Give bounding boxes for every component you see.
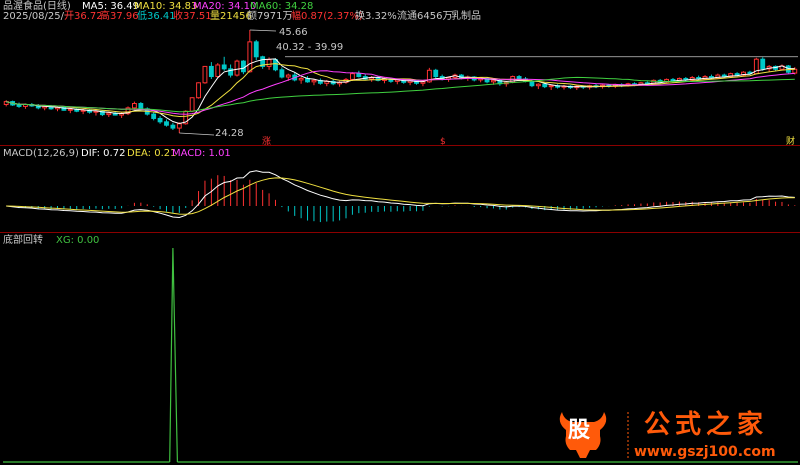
candle-body: [67, 108, 73, 111]
candle-body: [202, 65, 208, 84]
candle-body: [273, 59, 278, 71]
candle-body: [80, 109, 86, 112]
candle-body: [157, 117, 163, 123]
candle-body: [196, 82, 201, 99]
candle-body: [760, 58, 766, 70]
candle-body: [542, 83, 548, 88]
candle-body: [234, 60, 240, 76]
candle-body: [164, 121, 169, 126]
candle-body: [491, 79, 496, 83]
candle-body: [349, 73, 355, 80]
candle-body: [529, 80, 535, 87]
dif-line: [6, 170, 795, 219]
candle-body: [241, 60, 246, 73]
candle-body: [247, 41, 253, 73]
candle-body: [548, 85, 554, 88]
candle-body: [176, 123, 182, 129]
candle-body: [516, 76, 522, 80]
candle-body: [170, 124, 176, 129]
annot-high-arrow: [249, 29, 277, 32]
candle-body: [311, 79, 317, 83]
stock-chart-app: { "colors": {"up":"#ff3232","down":"#00c…: [0, 0, 800, 465]
candle-body: [151, 113, 157, 119]
candle-body: [298, 77, 304, 81]
candle-body: [356, 73, 362, 78]
candle-body: [221, 64, 227, 70]
ma10-line: [6, 63, 795, 118]
candle-body: [792, 68, 798, 74]
candle-body: [189, 97, 195, 112]
candle-body: [734, 73, 740, 76]
chart-canvas: [3, 29, 798, 463]
logo: 股 公式之家 www.gszj100.com: [556, 404, 800, 465]
dea-line: [6, 177, 795, 215]
candle-body: [138, 103, 144, 110]
annot-low-arrow: [179, 132, 215, 136]
candle-body: [535, 83, 541, 87]
candle-body: [433, 69, 439, 78]
candle-body: [285, 74, 291, 78]
ma20-line: [6, 70, 795, 115]
candle-body: [253, 41, 259, 58]
logo-divider: [627, 412, 629, 458]
candle-body: [279, 69, 285, 78]
candle-body: [132, 103, 137, 109]
xg-spike: [169, 247, 178, 463]
candle-body: [106, 112, 112, 116]
candle-body: [266, 59, 272, 67]
candle-body: [215, 64, 221, 78]
candle-body: [208, 65, 214, 78]
candle-body: [16, 104, 22, 107]
